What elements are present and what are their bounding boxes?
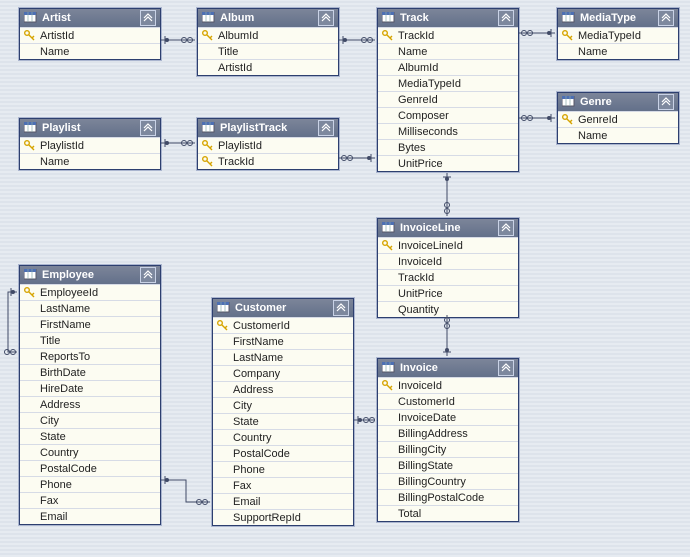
rel-album-artist[interactable]: [161, 36, 195, 44]
rel-playlisttrack-playlist[interactable]: [161, 139, 195, 147]
rel-employee-employee[interactable]: [5, 288, 18, 355]
rel-invoiceline-invoice[interactable]: [443, 315, 451, 356]
rel-invoice-customer[interactable]: [354, 416, 375, 424]
rel-track-album[interactable]: [339, 36, 375, 44]
rel-track-mediatype[interactable]: [519, 29, 555, 37]
rel-invoiceline-track[interactable]: [443, 173, 451, 216]
rel-track-genre[interactable]: [519, 114, 555, 122]
rel-playlisttrack-track[interactable]: [339, 154, 375, 162]
relationships-layer: [0, 0, 690, 557]
rel-customer-employee[interactable]: [161, 476, 210, 505]
